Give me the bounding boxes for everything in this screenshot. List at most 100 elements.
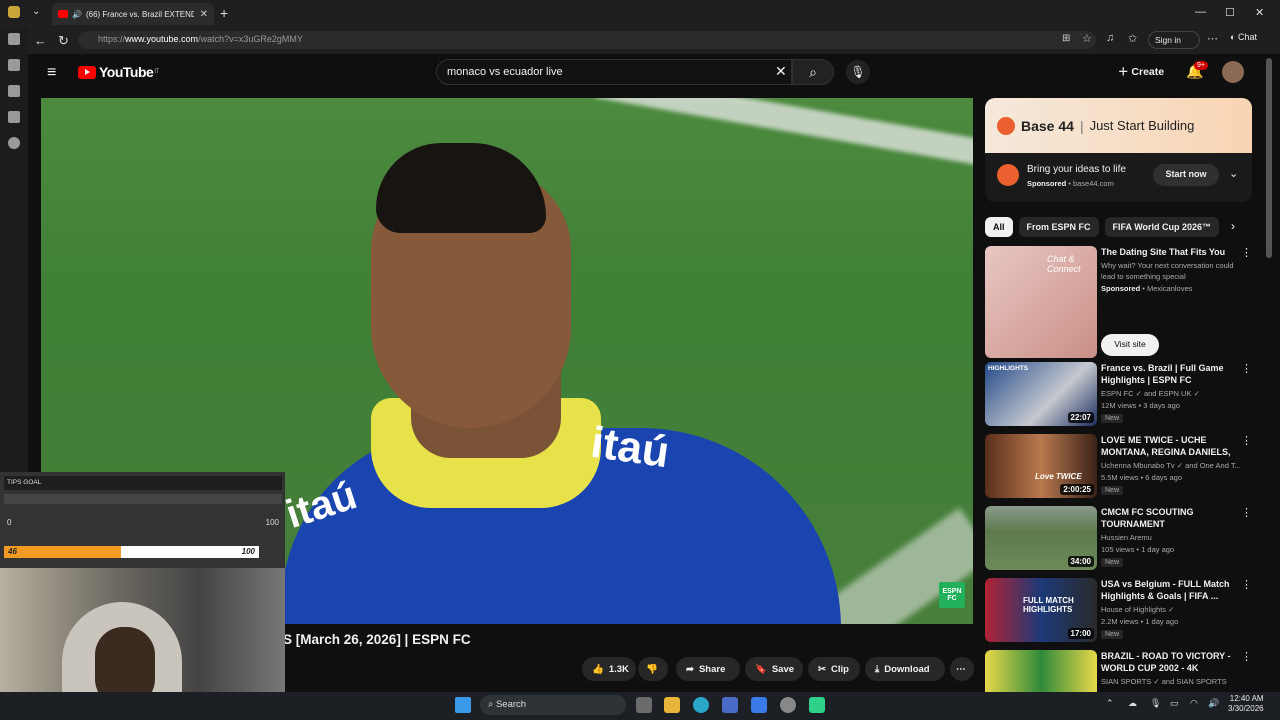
store-icon[interactable] — [722, 697, 738, 713]
refresh-icon[interactable]: ↻ — [58, 33, 69, 49]
media-icon[interactable] — [8, 137, 20, 149]
rec-title[interactable]: CMCM FC SCOUTING TOURNAMENT — [1101, 506, 1237, 530]
rec-title[interactable]: BRAZIL - ROAD TO VICTORY - WORLD CUP 200… — [1101, 650, 1237, 674]
maximize-icon[interactable]: ☐ — [1225, 6, 1235, 19]
chevron-down-icon[interactable]: ⌄ — [1229, 167, 1238, 180]
more-options-icon[interactable]: ⋮ — [1241, 434, 1252, 447]
rec-channel[interactable]: Hussien Aremu — [1101, 532, 1152, 543]
chevron-right-icon[interactable]: › — [1231, 219, 1235, 233]
download-button[interactable]: ⤓ Download — [865, 657, 945, 681]
video-title: S [March 26, 2026] | ESPN FC — [283, 632, 471, 647]
window-close-icon[interactable]: ✕ — [1255, 6, 1264, 19]
more-menu-icon[interactable]: ⋯ — [1207, 32, 1218, 45]
rec-title[interactable]: USA vs Belgium - FULL Match Highlights &… — [1101, 578, 1237, 602]
search-input[interactable]: monaco vs ecuador live — [436, 59, 792, 85]
search-button[interactable]: ⌕ — [792, 59, 834, 85]
menu-icon[interactable]: ≡ — [47, 64, 56, 82]
start-icon[interactable] — [455, 697, 471, 713]
favorite-star-icon[interactable]: ☆ — [1082, 32, 1092, 45]
tray-cloud-icon[interactable]: ☁ — [1128, 698, 1137, 709]
like-count: 1.3K — [608, 663, 629, 675]
sign-in-button[interactable]: Sign in — [1148, 31, 1200, 49]
shopping-icon[interactable] — [8, 85, 20, 97]
dislike-button[interactable]: 👎 — [638, 657, 668, 681]
copilot-chat-button[interactable]: ◐ Chat — [1230, 32, 1257, 42]
list-item[interactable]: FULL MATCH HIGHLIGHTS 17:00 USA vs Belgi… — [985, 578, 1253, 646]
start-now-button[interactable]: Start now — [1153, 164, 1219, 186]
rec-channel[interactable]: House of Highlights ✓ — [1101, 604, 1174, 615]
tab-close-icon[interactable]: ✕ — [200, 9, 208, 20]
rec-channel[interactable]: ESPN FC ✓ and ESPN UK ✓ — [1101, 388, 1200, 399]
create-button[interactable]: ＋ Create — [1118, 64, 1164, 79]
share-button[interactable]: ➦ Share — [676, 657, 740, 681]
video-thumbnail[interactable]: Chat & Connect — [985, 246, 1097, 358]
app-icon[interactable] — [809, 697, 825, 713]
system-clock[interactable]: 12:40 AM 3/30/2026 — [1228, 694, 1264, 714]
new-tab-button[interactable]: + — [220, 5, 228, 21]
chip-all[interactable]: All — [985, 217, 1013, 237]
rec-title[interactable]: The Dating Site That Fits You — [1101, 246, 1237, 258]
volume-icon[interactable]: 🔊 — [1208, 698, 1219, 709]
chip-espn-fc[interactable]: From ESPN FC — [1018, 217, 1099, 237]
taskbar-search[interactable]: ⌕ Search — [480, 695, 626, 715]
favorites-icon[interactable]: ✩ — [1128, 32, 1137, 45]
rec-channel[interactable]: Uchenna Mbunabo Tv ✓ and One And T... — [1101, 460, 1251, 471]
rec-title[interactable]: France vs. Brazil | Full Game Highlights… — [1101, 362, 1237, 386]
mail-icon[interactable] — [751, 697, 767, 713]
wifi-icon[interactable]: ◠ — [1190, 698, 1198, 709]
settings-icon[interactable] — [780, 697, 796, 713]
clear-search-icon[interactable]: ✕ — [775, 63, 787, 80]
minimize-icon[interactable]: — — [1195, 6, 1206, 18]
more-options-icon[interactable]: ⋮ — [1241, 578, 1252, 591]
list-item[interactable]: HIGHLIGHTS 22:07 France vs. Brazil | Ful… — [985, 362, 1253, 430]
tray-display-icon[interactable]: ▭ — [1170, 698, 1179, 709]
sponsored-ad-card[interactable]: Base 44 | Just Start Building Bring your… — [985, 98, 1252, 202]
youtube-logo[interactable]: YouTube IT — [78, 64, 159, 80]
list-item[interactable]: Love TWICE 2:00:25 LOVE ME TWICE - UCHE … — [985, 434, 1253, 502]
more-options-icon[interactable]: ⋮ — [1241, 362, 1252, 375]
media-control-icon[interactable]: ♫ — [1106, 32, 1114, 44]
more-actions-button[interactable]: ⋯ — [950, 657, 974, 681]
video-thumbnail[interactable]: HIGHLIGHTS 22:07 — [985, 362, 1097, 426]
tab-active[interactable]: 🔊 (66) France vs. Brazil EXTENDE ✕ — [52, 3, 214, 25]
speaker-icon[interactable]: 🔊 — [72, 10, 82, 19]
rec-title[interactable]: LOVE ME TWICE - UCHE MONTANA, REGINA DAN… — [1101, 434, 1237, 458]
more-options-icon[interactable]: ⋮ — [1241, 506, 1252, 519]
task-view-icon[interactable] — [636, 697, 652, 713]
video-thumbnail[interactable]: FULL MATCH HIGHLIGHTS 17:00 — [985, 578, 1097, 642]
edge-icon[interactable] — [693, 697, 709, 713]
video-thumbnail[interactable]: 34:00 — [985, 506, 1097, 570]
list-item[interactable]: 34:00 CMCM FC SCOUTING TOURNAMENT Hussie… — [985, 506, 1253, 574]
thumbnail-text: Love TWICE — [1035, 472, 1082, 481]
tab-list-icon[interactable]: ⌄ — [32, 6, 40, 17]
profile-icon[interactable] — [8, 6, 20, 18]
more-options-icon[interactable]: ⋮ — [1241, 246, 1252, 259]
tools-icon[interactable] — [8, 59, 20, 71]
account-avatar[interactable] — [1222, 61, 1244, 83]
save-button[interactable]: 🔖 Save — [745, 657, 803, 681]
voice-search-icon[interactable]: 🎙 — [846, 60, 870, 84]
tray-chevron-icon[interactable]: ⌃ — [1106, 698, 1114, 709]
clip-button[interactable]: ✂ Clip — [808, 657, 860, 681]
back-icon[interactable]: ← — [34, 33, 47, 48]
more-options-icon[interactable]: ⋮ — [1241, 650, 1252, 663]
collections-icon[interactable] — [8, 33, 20, 45]
url-field[interactable]: https://www.youtube.com/watch?v=x3uGRe2g… — [78, 31, 1096, 49]
scrollbar-thumb[interactable] — [1266, 58, 1272, 258]
ad-banner[interactable]: Base 44 | Just Start Building — [985, 98, 1252, 153]
list-item[interactable]: Chat & Connect The Dating Site That Fits… — [985, 246, 1253, 358]
rec-channel[interactable]: SIAN SPORTS ✓ and SIAN SPORTS — [1101, 676, 1227, 687]
tray-mic-icon[interactable]: 🎙 — [1150, 698, 1161, 709]
app-available-icon[interactable]: ⊞ — [1062, 33, 1070, 44]
office-icon[interactable] — [8, 111, 20, 123]
stream-overlay: TIPS GOAL 0 100 46 100 — [0, 472, 285, 720]
video-thumbnail[interactable] — [985, 650, 1097, 692]
list-item[interactable]: BRAZIL - ROAD TO VICTORY - WORLD CUP 200… — [985, 650, 1253, 692]
visit-site-button[interactable]: Visit site — [1101, 334, 1159, 356]
file-explorer-icon[interactable] — [664, 697, 680, 713]
chip-world-cup[interactable]: FIFA World Cup 2026™ — [1104, 217, 1220, 237]
advertiser-avatar — [997, 164, 1019, 186]
ad-brand: Base 44 — [1021, 117, 1074, 134]
like-button[interactable]: 👍 1.3K — [582, 657, 636, 681]
video-thumbnail[interactable]: Love TWICE 2:00:25 — [985, 434, 1097, 498]
